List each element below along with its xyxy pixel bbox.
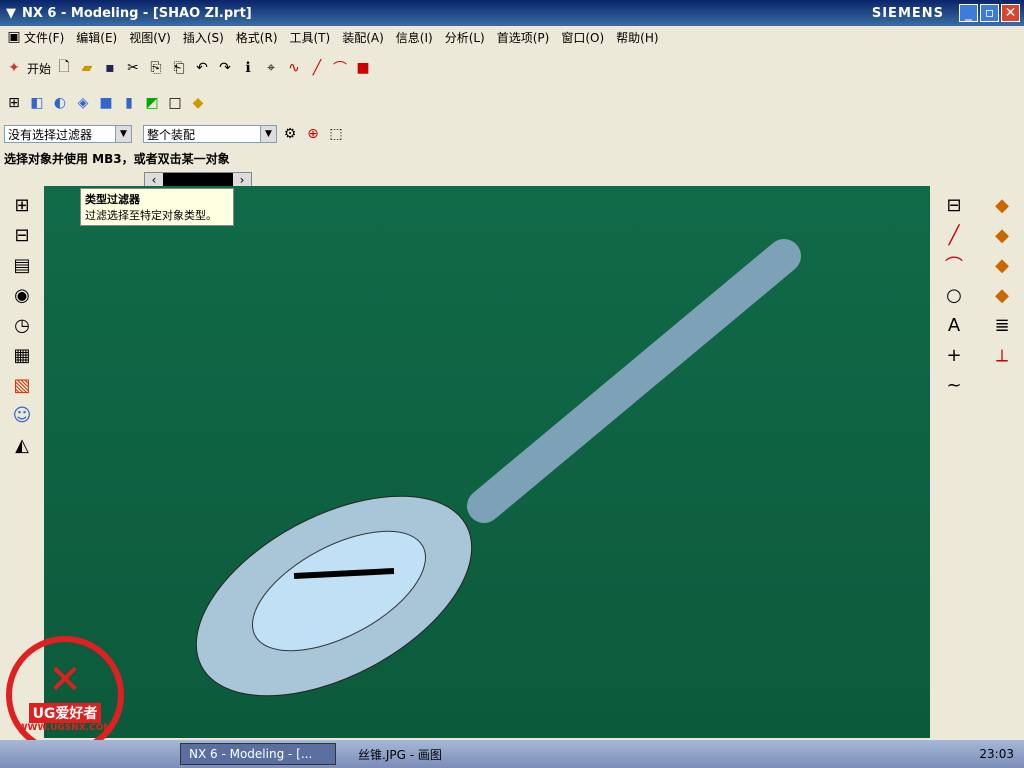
minimize-button[interactable]: _ [959, 4, 978, 22]
point-tool-icon[interactable]: + [941, 342, 967, 368]
tooltip-title: 类型过滤器 [85, 193, 140, 206]
block-icon[interactable]: ■ [96, 93, 116, 113]
brand: SIEMENS [871, 5, 944, 21]
right-toolbar-a: ⊟ ╱ ⌒ ○ A + ~ [930, 186, 978, 738]
line-icon[interactable]: ╱ [307, 58, 327, 78]
clock: 23:03 [979, 747, 1014, 761]
graphics-viewport[interactable]: 类型过滤器 过滤选择至特定对象类型。 [44, 186, 930, 738]
task-paint[interactable]: 丝锥.JPG - 画图 [342, 743, 498, 765]
menu-item-3[interactable]: 插入(S) [183, 29, 224, 46]
menu-item-10[interactable]: 窗口(O) [561, 29, 604, 46]
layer-icon[interactable]: ≣ [989, 312, 1015, 338]
window-title: NX 6 - Modeling - [SHAO ZI.prt] [22, 5, 252, 21]
logo-text: UG爱好者 [28, 703, 102, 723]
rectangle-icon[interactable]: □ [165, 93, 185, 113]
text-icon[interactable]: A [941, 312, 967, 338]
scope-select[interactable]: 整个装配 ▼ [143, 125, 277, 143]
palette-icon[interactable]: ▧ [9, 372, 35, 398]
menu-item-7[interactable]: 信息(I) [396, 29, 433, 46]
point-icon[interactable]: ⊕ [303, 124, 323, 144]
logo-mark-icon: ✕ [48, 657, 82, 703]
cue-text: 选择对象并使用 MB3，或者双击某一对象 [4, 151, 230, 166]
delete-face-icon[interactable]: ◆ [989, 282, 1015, 308]
start-button[interactable]: 开始 [27, 60, 51, 77]
watermark-logo: ✕ UG爱好者 WWW.UGSNX.COM [6, 636, 124, 754]
menu-item-6[interactable]: 装配(A) [342, 29, 384, 46]
system-icon[interactable]: ▦ [9, 342, 35, 368]
cue-line: 选择对象并使用 MB3，或者双击某一对象 [0, 148, 1024, 168]
cube-icon[interactable]: ■ [353, 58, 373, 78]
title-bar: ▼ NX 6 - Modeling - [SHAO ZI.prt] SIEMEN… [0, 0, 1024, 26]
history-icon[interactable]: ◷ [9, 312, 35, 338]
right-toolbar-b: ◆ ◆ ◆ ◆ ≣ ⟂ [980, 186, 1024, 738]
menu-item-11[interactable]: 帮助(H) [616, 29, 658, 46]
info-icon[interactable]: ℹ [238, 58, 258, 78]
menu-item-5[interactable]: 工具(T) [290, 29, 331, 46]
doc-icon: ▣ [7, 29, 21, 45]
datum-icon[interactable]: ⊟ [941, 192, 967, 218]
select-box-icon[interactable]: ⬚ [326, 124, 346, 144]
start-icon[interactable]: ✦ [4, 58, 24, 78]
selection-bar: 没有选择过滤器 ▼ 整个装配 ▼ ⚙ ⊕ ⬚ [0, 122, 1024, 146]
assembly-icon[interactable]: ⊞ [4, 93, 24, 113]
menu-item-9[interactable]: 首选项(P) [497, 29, 550, 46]
spline-icon[interactable]: ~ [941, 372, 967, 398]
surface-icon[interactable]: ◆ [188, 93, 208, 113]
cylinder-icon[interactable]: ▮ [119, 93, 139, 113]
web-icon[interactable]: ◉ [9, 282, 35, 308]
arc-icon[interactable]: ⌒ [330, 58, 350, 78]
type-filter-select[interactable]: 没有选择过滤器 ▼ [4, 125, 132, 143]
line-tool-icon[interactable]: ╱ [941, 222, 967, 248]
offset-face-icon[interactable]: ◆ [989, 222, 1015, 248]
task-nx[interactable]: NX 6 - Modeling - [... [180, 743, 336, 765]
toolbar-standard: ✦ 开始 🗋 ▰ ▪ ✂ ⎘ ⎗ ↶ ↷ ℹ ⌖ ∿ ╱ ⌒ ■ [0, 50, 1024, 86]
toolbar-features: ⊞ ◧ ◐ ◈ ■ ▮ ◩ □ ◆ [0, 86, 1024, 120]
open-icon[interactable]: ▰ [77, 58, 97, 78]
reuse-icon[interactable]: ▤ [9, 252, 35, 278]
curve-icon[interactable]: ∿ [284, 58, 304, 78]
menu-item-2[interactable]: 视图(V) [129, 29, 171, 46]
redo-icon[interactable]: ↷ [215, 58, 235, 78]
tooltip-body: 过滤选择至特定对象类型。 [85, 209, 217, 222]
circle-tool-icon[interactable]: ○ [941, 282, 967, 308]
logo-url: WWW.UGSNX.COM [17, 723, 113, 733]
assembly-nav-icon[interactable]: ⊞ [9, 192, 35, 218]
menu-item-8[interactable]: 分析(L) [445, 29, 485, 46]
measure-icon[interactable]: ⌖ [261, 58, 281, 78]
menu-item-1[interactable]: 编辑(E) [76, 29, 117, 46]
snap-icon[interactable]: ⚙ [280, 124, 300, 144]
tooltip: 类型过滤器 过滤选择至特定对象类型。 [80, 188, 234, 226]
menu-bar: ▣ 文件(F) 编辑(E) 视图(V) 插入(S) 格式(R) 工具(T) 装配(A) 信息(… [0, 26, 1024, 48]
revolve-icon[interactable]: ◐ [50, 93, 70, 113]
new-icon[interactable]: 🗋 [54, 58, 74, 78]
app-icon: ▼ [6, 5, 16, 21]
sweep-icon[interactable]: ◈ [73, 93, 93, 113]
maximize-button[interactable]: ▫ [980, 4, 999, 22]
move-face-icon[interactable]: ◆ [989, 192, 1015, 218]
arc-tool-icon[interactable]: ⌒ [941, 252, 967, 278]
part-nav-icon[interactable]: ⊟ [9, 222, 35, 248]
taskbar: NX 6 - Modeling - [... 丝锥.JPG - 画图 23:03 [0, 740, 1024, 768]
replace-face-icon[interactable]: ◆ [989, 252, 1015, 278]
extrude-icon[interactable]: ◧ [27, 93, 47, 113]
copy-icon[interactable]: ⎘ [146, 58, 166, 78]
undo-icon[interactable]: ↶ [192, 58, 212, 78]
roles-icon[interactable]: ☺ [9, 402, 35, 428]
menu-item-4[interactable]: 格式(R) [236, 29, 278, 46]
paste-icon[interactable]: ⎗ [169, 58, 189, 78]
menu-item-0[interactable]: 文件(F) [24, 29, 64, 46]
sketch-icon[interactable]: ◩ [142, 93, 162, 113]
save-icon[interactable]: ▪ [100, 58, 120, 78]
csys-icon[interactable]: ⟂ [989, 342, 1015, 368]
scene-icon[interactable]: ◭ [9, 432, 35, 458]
spoon-model [195, 239, 801, 697]
cut-icon[interactable]: ✂ [123, 58, 143, 78]
close-button[interactable]: ✕ [1001, 4, 1020, 22]
